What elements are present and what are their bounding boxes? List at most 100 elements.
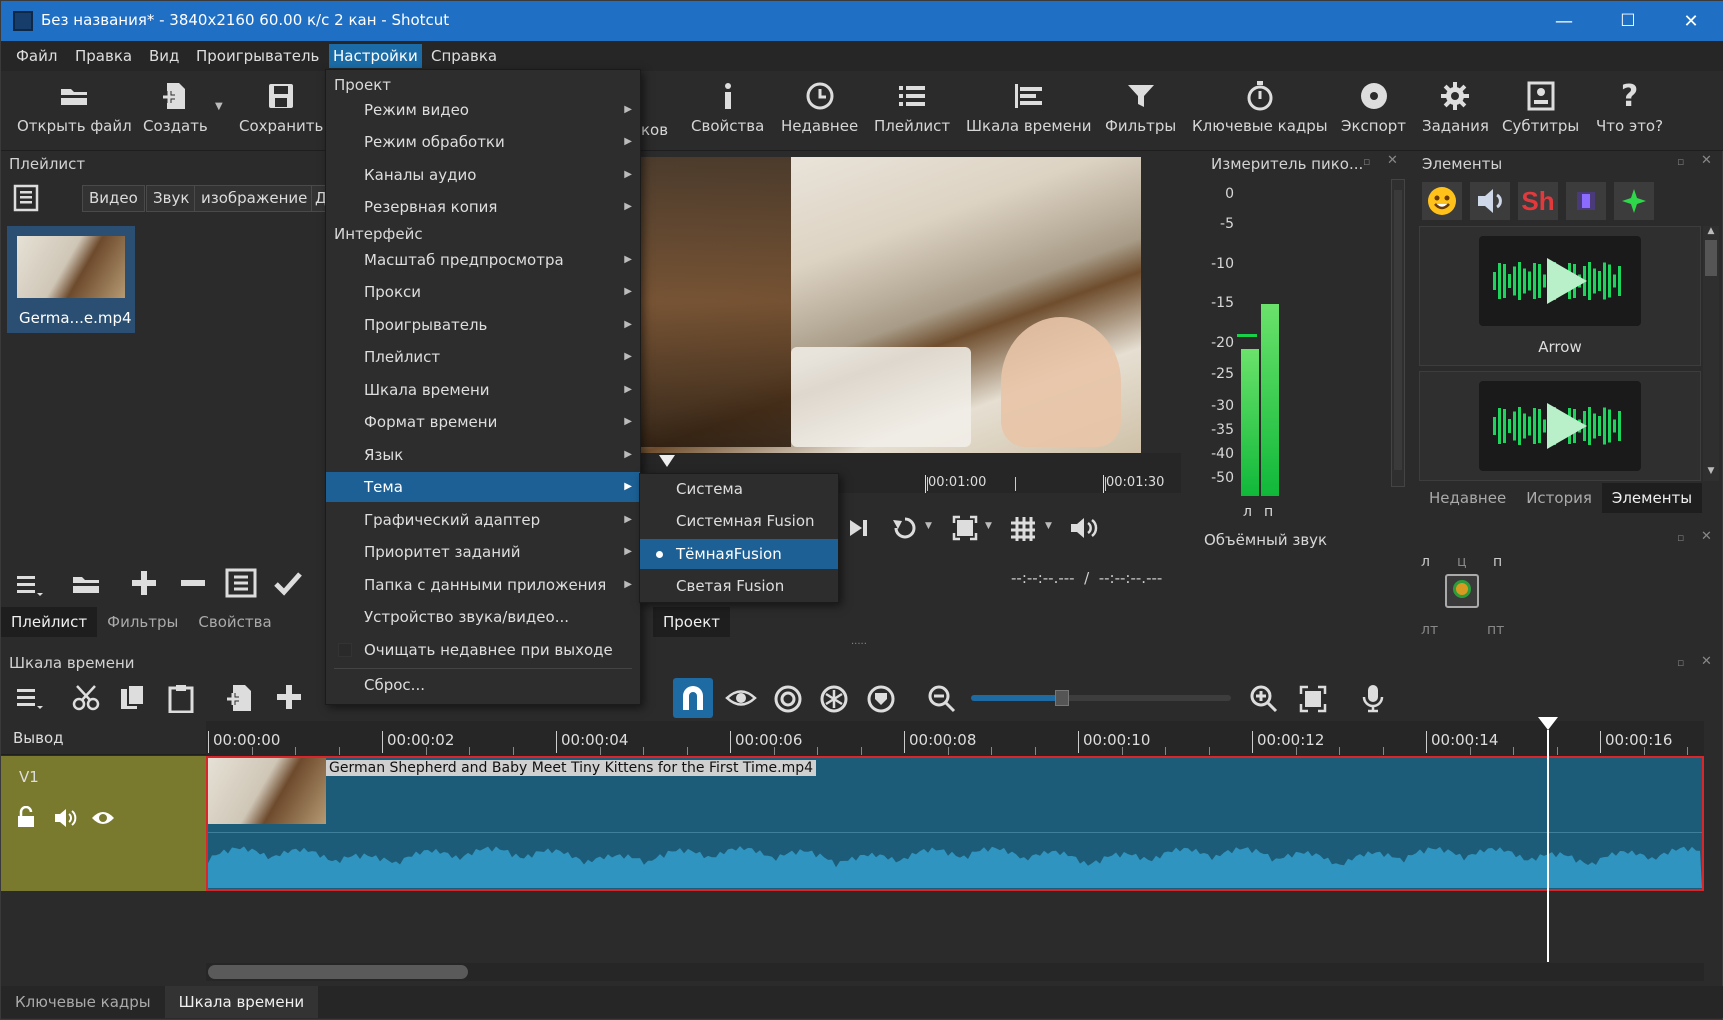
export-button[interactable]: Экспорт [1341,79,1406,135]
tab-elements[interactable]: Элементы [1601,483,1703,513]
surround-pan-widget[interactable]: л ц п лт пт [1421,554,1561,644]
track-lock-icon[interactable] [15,806,37,828]
menu-item-audio-video-device[interactable]: Устройство звука/видео... [326,602,640,632]
playlist-menu-icon[interactable] [15,571,43,599]
menu-item-timeline[interactable]: Шкала времени ▶ [326,375,640,405]
playlist-open-icon[interactable] [71,572,101,596]
menu-item-playlist[interactable]: Плейлист ▶ [326,342,640,372]
properties-button[interactable]: Свойства [691,79,764,135]
record-microphone-icon[interactable] [1361,683,1385,713]
timeline-button[interactable]: Шкала времени [966,79,1092,135]
timeline-add-icon[interactable] [275,683,303,711]
whats-this-button[interactable]: ? Что это? [1596,79,1663,136]
elements-scrollbar[interactable]: ▲ ▼ [1703,226,1719,481]
menu-item-proxy[interactable]: Прокси ▶ [326,277,640,307]
element-card-second[interactable] [1419,371,1701,481]
zoom-in-icon[interactable] [1249,684,1279,714]
filter-chip-audio[interactable]: Звук [146,185,197,212]
tab-project[interactable]: Проект [653,607,731,637]
recent-button[interactable]: Недавнее [781,79,858,135]
playlist-clip[interactable]: Germa...e.mp4 [7,226,135,333]
theme-option-system[interactable]: Система [640,474,838,504]
minimize-button[interactable]: — [1534,1,1594,41]
pan-close-icon[interactable]: ✕ [1701,529,1712,544]
pan-float-icon[interactable]: ▫ [1677,531,1684,544]
video-preview[interactable] [641,157,1141,453]
element-card-arrow[interactable]: Arrow [1419,226,1701,366]
ripple-markers-icon[interactable] [866,684,896,714]
player-playhead-marker[interactable] [659,455,675,467]
transitions-category-icon[interactable] [1566,182,1606,220]
menu-item-audio-channels[interactable]: Каналы аудио ▶ [326,160,640,190]
menu-item-clear-recent[interactable]: Очищать недавнее при выходе [326,635,640,665]
save-button[interactable]: Сохранить [239,79,323,135]
track-mute-speaker-icon[interactable] [53,807,77,829]
zoom-out-icon[interactable] [927,684,957,714]
grid-icon[interactable] [1009,515,1037,543]
snap-magnet-icon[interactable] [673,678,713,718]
splitter-handle[interactable]: ····· [851,639,867,650]
peak-meter-float-icon[interactable]: ▫ [1363,155,1370,168]
scrub-eye-icon[interactable] [725,685,757,711]
menu-item-theme[interactable]: Тема ▶ [326,472,640,502]
timeline-playhead-line[interactable] [1547,730,1549,962]
grid-chevron-down-icon[interactable]: ▼ [1045,521,1052,531]
ripple-all-icon[interactable] [819,684,849,714]
menu-edit[interactable]: Правка [75,47,132,65]
filters-button[interactable]: Фильтры [1105,79,1176,135]
timeline-clip[interactable]: German Shepherd and Baby Meet Tiny Kitte… [206,756,1704,891]
clear-recent-checkbox[interactable] [338,643,352,657]
meter-scrollbar[interactable] [1391,179,1405,487]
menu-settings[interactable]: Настройки [329,44,422,68]
zoom-fit-timeline-icon[interactable] [1299,685,1327,713]
playlist-remove-icon[interactable] [179,569,207,597]
menu-item-video-mode[interactable]: Режим видео ▶ [326,95,640,125]
menu-item-processing-mode[interactable]: Режим обработки ▶ [326,127,640,157]
subtitles-button[interactable]: Субтитры [1502,79,1579,135]
tab-playlist[interactable]: Плейлист [1,607,98,637]
menu-player[interactable]: Проигрыватель [196,47,319,65]
elements-close-icon[interactable]: ✕ [1701,153,1712,168]
playlist-add-icon[interactable] [130,569,158,597]
timeline-scrollbar[interactable] [206,963,1704,981]
menu-view[interactable]: Вид [149,47,179,65]
volume-icon[interactable] [1069,515,1099,541]
filter-chip-other[interactable]: Д [311,185,326,212]
playlist-button[interactable]: Плейлист [874,79,950,135]
paste-clipboard-icon[interactable] [167,683,195,713]
menu-item-job-priority[interactable]: Приоритет заданий ▶ [326,537,640,567]
tab-properties[interactable]: Свойства [188,607,281,637]
menu-help[interactable]: Справка [431,47,497,65]
menu-item-preview-scale[interactable]: Масштаб предпросмотра ▶ [326,245,640,275]
emoji-category-icon[interactable] [1422,182,1462,220]
ripple-icon[interactable] [773,684,803,714]
menu-item-backup[interactable]: Резервная копия ▶ [326,192,640,222]
cut-scissors-icon[interactable] [71,684,101,712]
append-icon[interactable] [225,683,255,713]
timeline-close-icon[interactable]: ✕ [1701,654,1712,669]
theme-option-light-fusion[interactable]: Светая Fusion [640,571,838,601]
track-header-v1[interactable]: V1 [1,756,206,891]
theme-option-dark-fusion[interactable]: ТёмнаяFusion [640,539,838,569]
elements-float-icon[interactable]: ▫ [1677,155,1684,168]
shapes-category-icon[interactable]: Sh [1518,182,1558,220]
tab-filters[interactable]: Фильтры [97,607,188,637]
open-file-button[interactable]: Открыть файл [17,79,132,135]
filter-chip-image[interactable]: изображение [194,185,315,212]
menu-item-time-format[interactable]: Формат времени ▶ [326,407,640,437]
menu-item-language[interactable]: Язык ▶ [326,440,640,470]
timeline-float-icon[interactable]: ▫ [1677,656,1684,669]
loop-icon[interactable] [891,515,919,541]
maximize-button[interactable]: ☐ [1598,1,1658,41]
peak-meter-close-icon[interactable]: ✕ [1387,153,1398,168]
menu-item-reset[interactable]: Сброс... [326,670,640,700]
create-dropdown-chevron-icon[interactable]: ▼ [215,101,223,112]
loop-chevron-down-icon[interactable]: ▼ [925,521,932,531]
zoom-chevron-down-icon[interactable]: ▼ [985,521,992,531]
menu-item-player[interactable]: Проигрыватель ▶ [326,310,640,340]
playlist-update-icon[interactable] [225,568,257,598]
tab-history[interactable]: История [1516,483,1602,513]
copy-icon[interactable] [119,683,147,713]
menu-item-app-data-folder[interactable]: Папка с данными приложения ▶ [326,570,640,600]
zoom-fit-icon[interactable] [952,515,978,541]
